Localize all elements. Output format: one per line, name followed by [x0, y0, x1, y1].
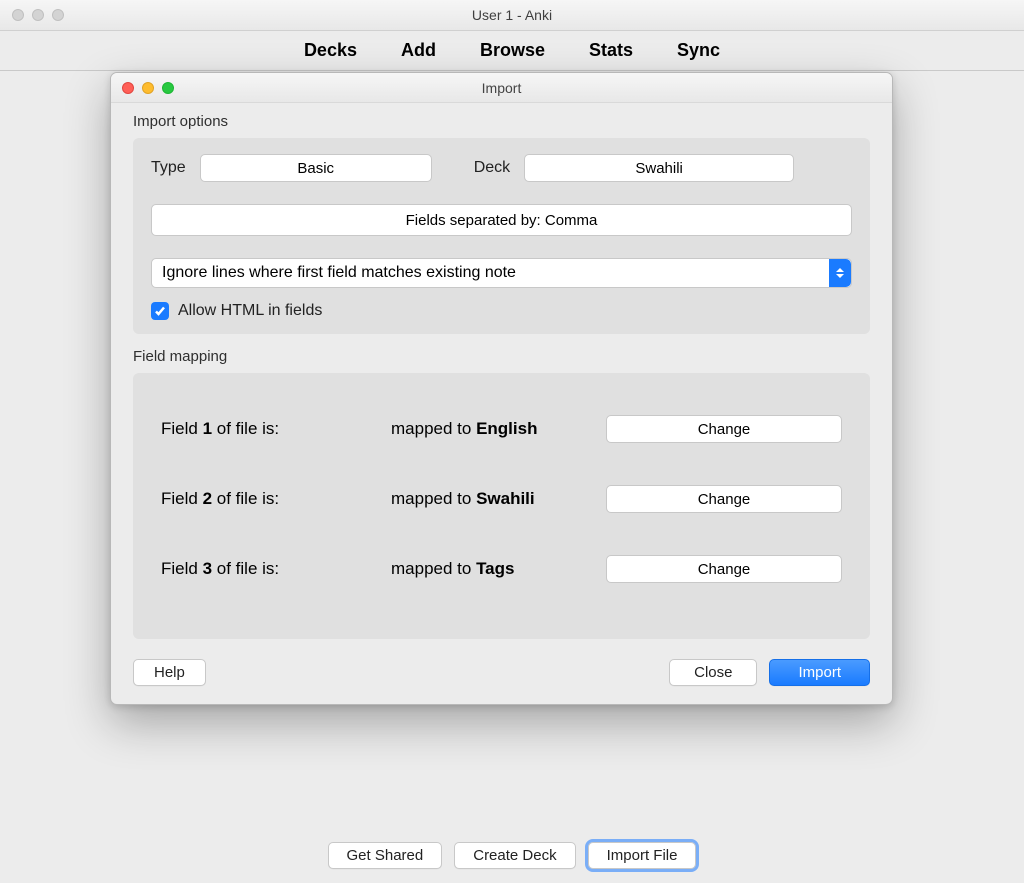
import-button[interactable]: Import: [769, 659, 870, 686]
type-label: Type: [151, 159, 186, 177]
dialog-close-icon[interactable]: [122, 82, 134, 94]
field-mapping-label: Field mapping: [133, 348, 870, 365]
main-toolbar: Decks Add Browse Stats Sync: [0, 31, 1024, 71]
change-mapping-button-1[interactable]: Change: [606, 415, 842, 443]
dialog-titlebar: Import: [111, 73, 892, 103]
note-type-selector[interactable]: Basic: [200, 154, 432, 182]
main-titlebar: User 1 - Anki: [0, 0, 1024, 31]
main-window: User 1 - Anki Decks Add Browse Stats Syn…: [0, 0, 1024, 71]
mapping-row-2: Field 2 of file is: mapped to Swahili Ch…: [161, 485, 842, 513]
dialog-zoom-icon[interactable]: [162, 82, 174, 94]
mapping-target-label: mapped to English: [391, 419, 606, 439]
allow-html-checkbox[interactable]: [151, 302, 169, 320]
change-mapping-button-3[interactable]: Change: [606, 555, 842, 583]
dialog-traffic-lights: [122, 82, 174, 94]
traffic-lights: [12, 9, 64, 21]
mapping-field-label: Field 3 of file is:: [161, 559, 391, 579]
dialog-minimize-icon[interactable]: [142, 82, 154, 94]
dialog-body: Import options Type Basic Deck Swahili F…: [111, 103, 892, 704]
mapping-target-label: mapped to Swahili: [391, 489, 606, 509]
get-shared-button[interactable]: Get Shared: [328, 842, 443, 869]
dialog-footer: Help Close Import: [133, 659, 870, 686]
dialog-title: Import: [482, 80, 522, 96]
type-deck-row: Type Basic Deck Swahili: [151, 154, 852, 182]
mapping-target-label: mapped to Tags: [391, 559, 606, 579]
footer-right-group: Close Import: [669, 659, 870, 686]
import-file-button[interactable]: Import File: [588, 842, 697, 869]
allow-html-label: Allow HTML in fields: [178, 302, 322, 320]
create-deck-button[interactable]: Create Deck: [454, 842, 575, 869]
allow-html-row: Allow HTML in fields: [151, 302, 852, 320]
mapping-row-3: Field 3 of file is: mapped to Tags Chang…: [161, 555, 842, 583]
import-options-label: Import options: [133, 113, 870, 130]
toolbar-browse[interactable]: Browse: [480, 40, 545, 61]
duplicate-handling-value: Ignore lines where first field matches e…: [162, 264, 516, 282]
close-button[interactable]: Close: [669, 659, 757, 686]
toolbar-add[interactable]: Add: [401, 40, 436, 61]
mapping-field-label: Field 2 of file is:: [161, 489, 391, 509]
toolbar-stats[interactable]: Stats: [589, 40, 633, 61]
change-mapping-button-2[interactable]: Change: [606, 485, 842, 513]
checkmark-icon: [154, 305, 166, 317]
mapping-field-label: Field 1 of file is:: [161, 419, 391, 439]
zoom-window-icon[interactable]: [52, 9, 64, 21]
help-button[interactable]: Help: [133, 659, 206, 686]
toolbar-sync[interactable]: Sync: [677, 40, 720, 61]
deck-label: Deck: [474, 159, 510, 177]
deck-selector[interactable]: Swahili: [524, 154, 794, 182]
main-footer-buttons: Get Shared Create Deck Import File: [0, 842, 1024, 869]
import-dialog: Import Import options Type Basic Deck Sw…: [110, 72, 893, 705]
field-mapping-panel: Field 1 of file is: mapped to English Ch…: [133, 373, 870, 639]
dropdown-caret-icon: [829, 259, 851, 287]
main-title: User 1 - Anki: [472, 7, 552, 23]
mapping-row-1: Field 1 of file is: mapped to English Ch…: [161, 415, 842, 443]
duplicate-handling-dropdown[interactable]: Ignore lines where first field matches e…: [151, 258, 852, 288]
minimize-window-icon[interactable]: [32, 9, 44, 21]
field-separator-button[interactable]: Fields separated by: Comma: [151, 204, 852, 236]
close-window-icon[interactable]: [12, 9, 24, 21]
toolbar-decks[interactable]: Decks: [304, 40, 357, 61]
import-options-panel: Type Basic Deck Swahili Fields separated…: [133, 138, 870, 334]
